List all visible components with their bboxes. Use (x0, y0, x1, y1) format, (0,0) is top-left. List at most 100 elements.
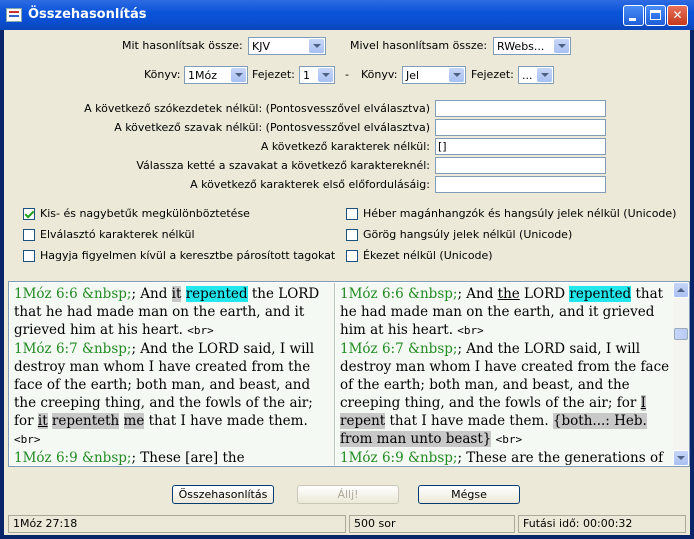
comparison-result-area[interactable]: 1Móz 6:6 &nbsp;; And it repented the LOR… (8, 281, 690, 467)
chapter-from-value: 1 (303, 69, 310, 82)
diff-word: repenteth (51, 413, 120, 429)
scroll-down-icon[interactable] (673, 450, 689, 466)
maximize-icon (650, 10, 661, 20)
chevron-down-icon[interactable] (449, 68, 464, 82)
case-sensitive-label: Kis- és nagybetűk megkülönböztetése (40, 207, 250, 220)
verse-ref: 1Móz 6:9 &nbsp; (340, 450, 458, 465)
verse-ref: 1Móz 6:6 &nbsp; (340, 286, 458, 302)
chevron-down-icon[interactable] (309, 39, 324, 53)
status-bar: 1Móz 27:18 500 sor Futási idő: 00:00:32 (8, 515, 686, 533)
status-runtime: Futási idő: 00:00:32 (518, 515, 686, 533)
filter-label-words: A következő szavak nélkül: (Pontosvessző… (114, 121, 430, 134)
book-to-select[interactable]: Jel (402, 66, 466, 84)
chevron-down-icon[interactable] (231, 68, 246, 82)
close-button[interactable]: ✕ (667, 5, 688, 26)
compare-window: Összehasonlítás ✕ Mit hasonlítsak össze:… (0, 0, 694, 539)
diff-word: it (37, 413, 48, 429)
chapter-to-value: ... (522, 69, 533, 82)
book-from-value: 1Móz (188, 69, 217, 82)
minimize-button[interactable] (623, 5, 644, 26)
cancel-button[interactable]: Mégse (418, 485, 520, 504)
verse-ref: 1Móz 6:6 &nbsp; (14, 286, 132, 302)
close-icon: ✕ (672, 8, 683, 22)
window-title: Összehasonlítás (28, 7, 147, 22)
vertical-scrollbar[interactable] (673, 282, 689, 466)
no-hebrew-vowels-label: Héber magánhangzók és hangsúly jelek nél… (363, 207, 677, 220)
words-input[interactable] (435, 119, 606, 136)
ignore-cross-pairs-label: Hagyja figyelmen kívül a keresztbe páros… (40, 249, 336, 262)
checkbox-icon[interactable] (346, 208, 358, 220)
chapter-to-label: Fejezet: (471, 68, 514, 81)
characters-input[interactable]: [] (435, 138, 606, 155)
chapter-from-select[interactable]: 1 (299, 66, 335, 84)
filter-label-split-chars: Válassza ketté a szavakat a következő ka… (136, 159, 430, 172)
no-separators-label: Elválasztó karakterek nélkül (40, 228, 195, 241)
compare-with-value: RWebs... (497, 40, 545, 53)
moved-word: repented (569, 286, 632, 302)
compare-button[interactable]: Összehasonlítás (172, 485, 274, 504)
chevron-down-icon[interactable] (318, 68, 333, 82)
checkbox-icon[interactable] (346, 250, 358, 262)
book-to-value: Jel (406, 69, 420, 82)
verse-text: that I have made them. (385, 413, 553, 429)
no-diacritics-label: Ékezet nélkül (Unicode) (363, 249, 493, 262)
checkbox-icon[interactable] (23, 250, 35, 262)
compare-what-label: Mit hasonlítsak össze: (122, 39, 243, 52)
line-break-tag: <br> (187, 324, 214, 337)
book-to-label: Könyv: (361, 68, 398, 81)
line-break-tag: <br> (495, 433, 523, 446)
checkbox-icon[interactable] (23, 229, 35, 241)
book-from-label: Könyv: (144, 68, 181, 81)
verse-text: that I have made them. (144, 413, 308, 429)
characters-value: [] (438, 140, 447, 153)
range-dash: - (345, 68, 349, 81)
scroll-up-icon[interactable] (673, 282, 689, 298)
checkbox-checked-icon[interactable] (23, 208, 35, 220)
verse-text: ; These are the generations of (457, 450, 664, 465)
book-from-select[interactable]: 1Móz (184, 66, 248, 84)
diff-word: I (640, 395, 646, 411)
status-row-count: 500 sor (349, 515, 515, 533)
minimize-icon (629, 18, 636, 21)
compare-with-label: Mivel hasonlítsam össze: (350, 39, 488, 52)
left-text-content: 1Móz 6:6 &nbsp;; And it repented the LOR… (10, 283, 334, 465)
chapter-from-label: Fejezet: (252, 68, 295, 81)
compare-with-select[interactable]: RWebs... (493, 37, 571, 55)
first-occurrence-input[interactable] (435, 176, 606, 193)
split-chars-input[interactable] (435, 157, 606, 174)
verse-ref: 1Móz 6:7 &nbsp; (340, 341, 458, 357)
right-text-content: 1Móz 6:6 &nbsp;; And the LORD repented t… (336, 283, 674, 465)
verse-text: ; And (457, 286, 498, 302)
filter-label-first-occurrence: A következő karakterek első előfordulásá… (190, 178, 430, 191)
stop-button[interactable]: Állj! (297, 485, 399, 504)
chevron-down-icon[interactable] (554, 39, 569, 53)
left-text-pane[interactable]: 1Móz 6:6 &nbsp;; And it repented the LOR… (10, 283, 335, 465)
verse-text: ; And (131, 286, 172, 302)
compare-what-value: KJV (252, 40, 270, 53)
checkbox-icon[interactable] (346, 229, 358, 241)
moved-word: repented (185, 286, 248, 302)
line-break-tag: <br> (457, 324, 484, 337)
no-greek-accents-label: Görög hangsúly jelek nélkül (Unicode) (363, 228, 573, 241)
word-prefixes-input[interactable] (435, 100, 606, 117)
right-text-pane[interactable]: 1Móz 6:6 &nbsp;; And the LORD repented t… (336, 283, 674, 465)
diff-word: repent (340, 413, 386, 429)
dialog-body: Mit hasonlítsak össze: KJV Mivel hasonlí… (4, 30, 690, 535)
verse-ref: 1Móz 6:9 &nbsp; (14, 450, 132, 465)
chapter-to-select[interactable]: ... (518, 66, 554, 84)
scroll-thumb[interactable] (674, 328, 688, 340)
verse-ref: 1Móz 6:7 &nbsp; (14, 341, 132, 357)
chevron-down-icon[interactable] (537, 68, 552, 82)
title-bar[interactable]: Összehasonlítás ✕ (0, 0, 694, 30)
status-position: 1Móz 27:18 (8, 515, 346, 533)
app-icon (6, 8, 22, 22)
maximize-button[interactable] (645, 5, 666, 26)
diff-word: it (171, 286, 182, 302)
compare-what-select[interactable]: KJV (248, 37, 326, 55)
filter-label-word-prefixes: A következő szókezdetek nélkül: (Pontosv… (84, 102, 430, 115)
filter-label-characters: A következő karakterek nélkül: (260, 140, 430, 153)
verse-text: LORD (519, 286, 570, 302)
diff-word: me (123, 413, 145, 429)
diff-word: the (497, 286, 520, 302)
